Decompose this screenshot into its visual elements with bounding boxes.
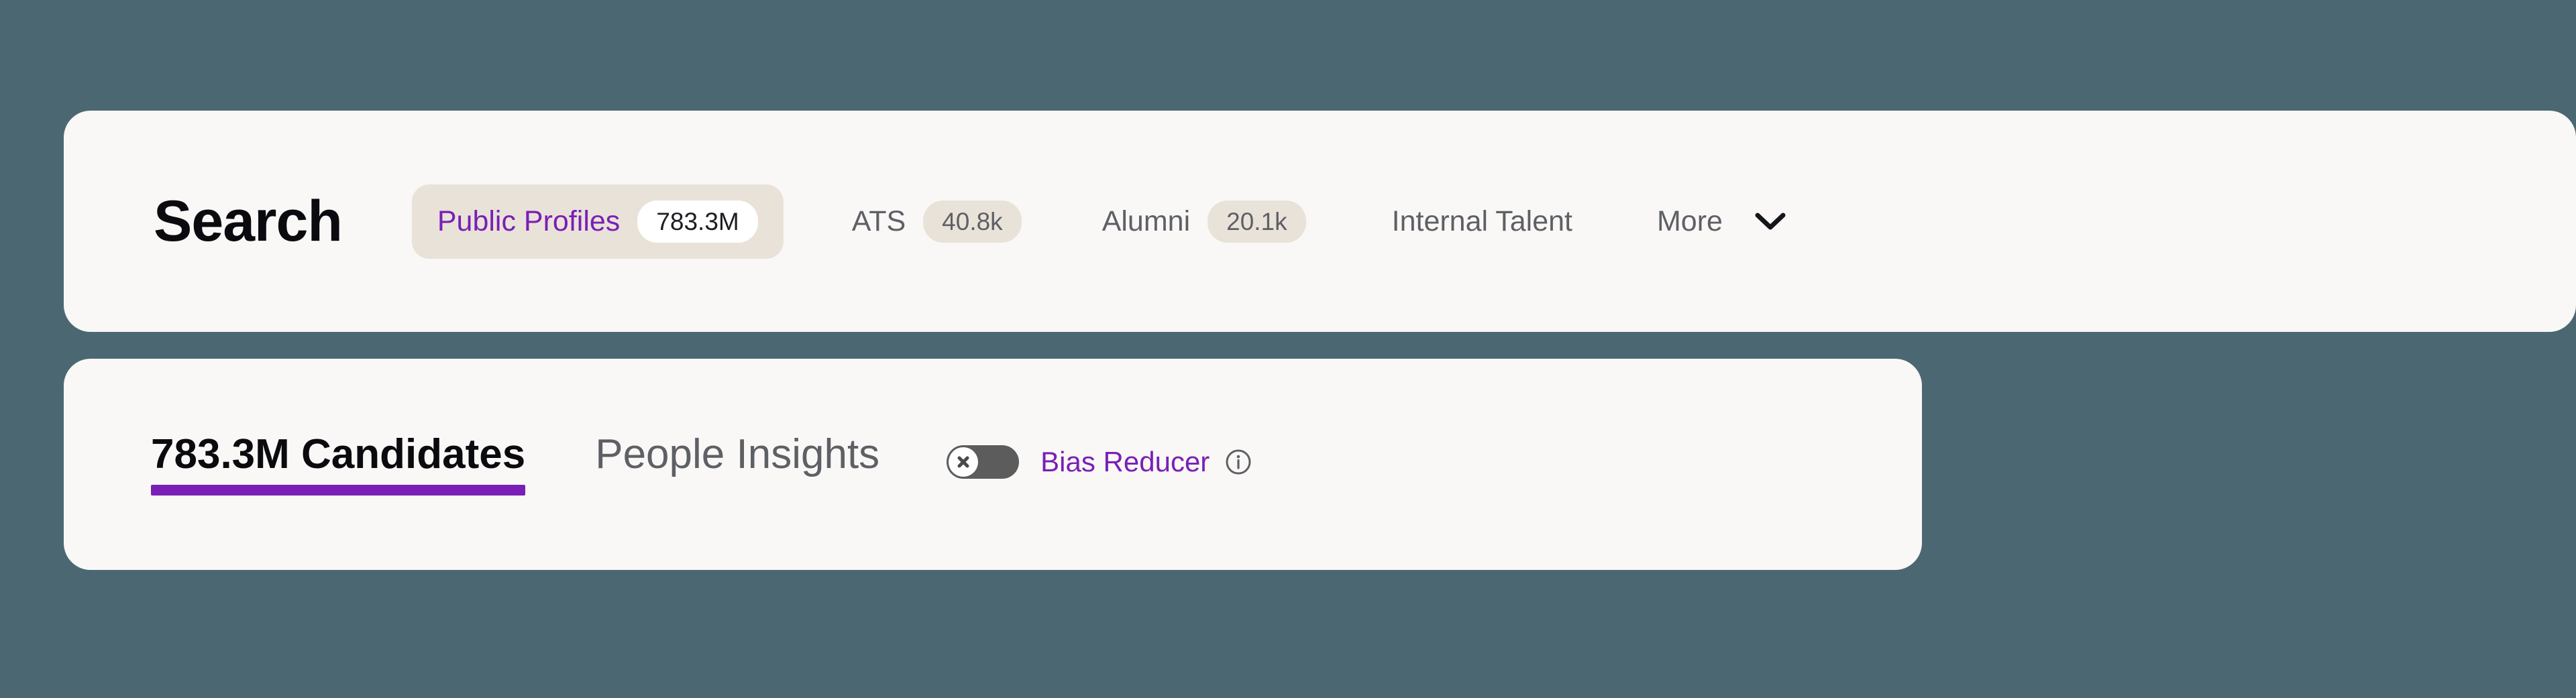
source-tabs: Public Profiles 783.3M ATS 40.8k Alumni … — [411, 184, 2576, 259]
source-tab-internal-talent[interactable]: Internal Talent — [1366, 191, 1598, 252]
search-header-card: Search Public Profiles 783.3M ATS 40.8k … — [64, 111, 2576, 332]
bias-reducer-toggle[interactable] — [947, 445, 1020, 479]
source-tab-count: 20.1k — [1208, 200, 1306, 243]
chevron-down-icon — [1755, 212, 1786, 231]
bias-reducer-label: Bias Reducer — [1040, 445, 1210, 477]
tab-candidates[interactable]: 783.3M Candidates — [151, 430, 526, 496]
source-tab-label: More — [1656, 205, 1723, 237]
source-tab-label: Public Profiles — [437, 205, 621, 237]
result-tab-label: People Insights — [595, 430, 880, 477]
source-tab-label: Internal Talent — [1391, 205, 1572, 237]
active-tab-underline — [151, 484, 526, 496]
result-tab-label: 783.3M Candidates — [151, 430, 526, 477]
source-tab-label: Alumni — [1102, 205, 1191, 237]
bias-reducer-group: Bias Reducer — [947, 445, 1252, 484]
info-circle-icon[interactable] — [1224, 448, 1252, 476]
x-mark-icon — [957, 456, 969, 467]
source-tab-alumni[interactable]: Alumni 20.1k — [1077, 184, 1332, 259]
page-title: Search — [154, 189, 343, 253]
results-tabs-card: 783.3M Candidates People Insights Bias R… — [64, 359, 1922, 570]
source-tab-count: 40.8k — [923, 200, 1022, 243]
source-tab-label: ATS — [851, 205, 906, 237]
source-tab-ats[interactable]: ATS 40.8k — [826, 184, 1047, 259]
source-tab-count: 783.3M — [637, 200, 758, 243]
source-tab-public-profiles[interactable]: Public Profiles 783.3M — [411, 184, 784, 259]
tab-people-insights[interactable]: People Insights — [595, 430, 880, 496]
results-tabs-row: 783.3M Candidates People Insights Bias R… — [64, 359, 1922, 570]
toggle-knob — [949, 447, 979, 477]
search-header-row: Search Public Profiles 783.3M ATS 40.8k … — [64, 111, 2576, 332]
source-tab-more[interactable]: More — [1631, 191, 1811, 252]
